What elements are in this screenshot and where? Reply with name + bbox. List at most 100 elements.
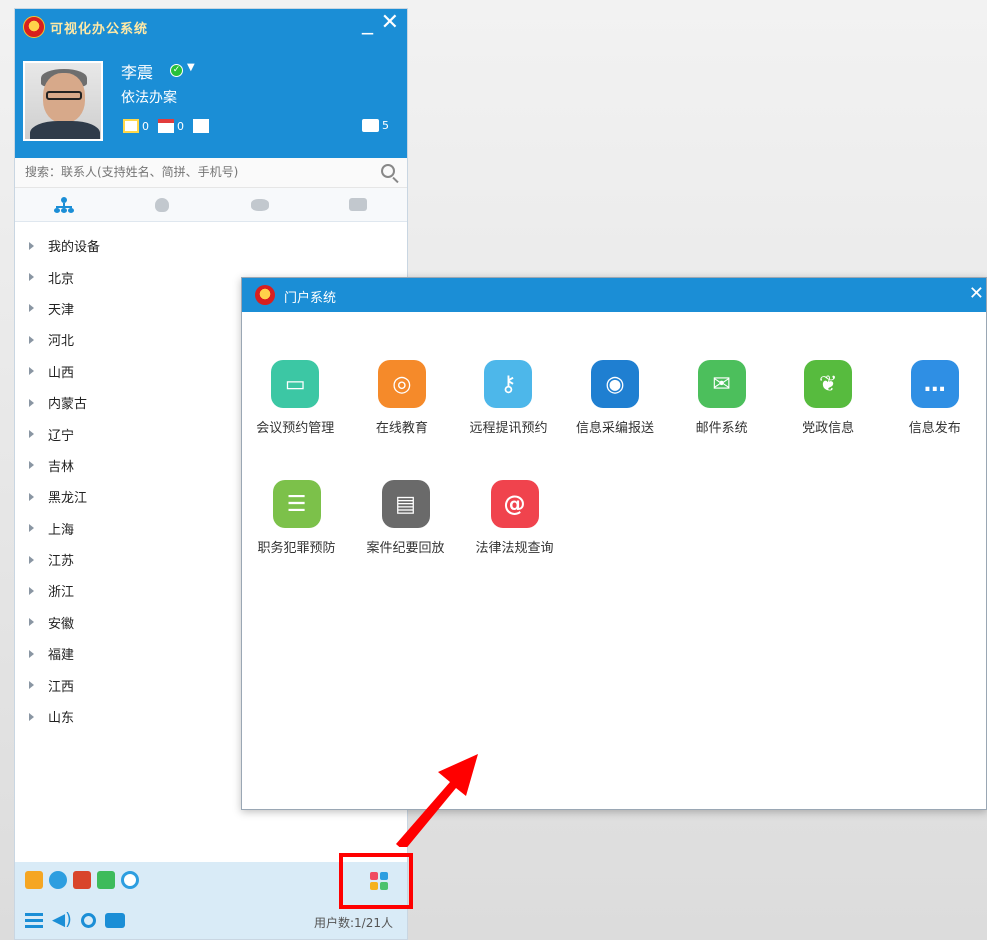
search-icon[interactable] bbox=[80, 912, 96, 928]
key-icon[interactable]: ⚷ bbox=[484, 360, 533, 408]
app-row: ▭ 会议预约管理 ◎ 在线教育 ⚷ 远程提讯预约 ◉ 信息采编报送 ✉ 邮件系统 ❦ 党政信息 … 信息发… bbox=[242, 360, 987, 480]
app-grid: ▭ 会议预约管理 ◎ 在线教育 ⚷ 远程提讯预约 ◉ 信息采编报送 ✉ 邮件系统 ❦ 党政信息 … 信息发… bbox=[242, 360, 987, 600]
search-input[interactable] bbox=[15, 158, 355, 186]
search-icon[interactable] bbox=[381, 164, 395, 178]
app-label[interactable]: 会议预约管理 bbox=[256, 417, 334, 436]
toolbar-bottom: ◀) bbox=[25, 910, 125, 930]
tab-groups[interactable] bbox=[249, 196, 271, 214]
app-tile[interactable]: @ 法律法规查询 bbox=[460, 480, 569, 600]
expand-caret-icon[interactable] bbox=[29, 273, 34, 282]
expand-caret-icon[interactable] bbox=[29, 461, 34, 470]
globe-icon[interactable] bbox=[49, 871, 67, 889]
expand-caret-icon[interactable] bbox=[29, 398, 34, 407]
mailbox-icon[interactable]: ✉ bbox=[697, 360, 746, 408]
contact-icon bbox=[155, 197, 169, 212]
online-status-icon[interactable]: ✓ bbox=[170, 64, 183, 77]
app-tile[interactable]: … 信息发布 bbox=[881, 360, 987, 480]
app-label[interactable]: 法律法规查询 bbox=[475, 537, 553, 556]
tree-item-label: 安徽 bbox=[48, 616, 75, 632]
app-shortcuts bbox=[25, 871, 139, 889]
chat-bubble-icon[interactable] bbox=[104, 912, 125, 928]
meeting-booking-icon[interactable]: ▭ bbox=[271, 360, 320, 408]
expand-caret-icon[interactable] bbox=[29, 367, 34, 376]
tree-item-label: 江西 bbox=[48, 679, 75, 695]
volume-icon[interactable]: ◀) bbox=[52, 910, 72, 930]
favorites-icon[interactable] bbox=[25, 871, 43, 889]
portal-window: 门户系统 ✕ ▭ 会议预约管理 ◎ 在线教育 ⚷ 远程提讯预约 ◉ 信息采编报送 ✉ 邮件系统 ❦ 党… bbox=[241, 277, 987, 810]
mail-icon[interactable] bbox=[193, 119, 209, 133]
chat-icon bbox=[349, 198, 367, 211]
app-label[interactable]: 职务犯罪预防 bbox=[257, 537, 335, 556]
app-tile[interactable]: ◎ 在线教育 bbox=[349, 360, 456, 480]
app-label[interactable]: 案件纪要回放 bbox=[366, 537, 444, 556]
highlight-box bbox=[339, 853, 413, 909]
expand-caret-icon[interactable] bbox=[29, 524, 34, 533]
app-tile[interactable]: ⚷ 远程提讯预约 bbox=[455, 360, 562, 480]
close-button[interactable]: ✕ bbox=[381, 11, 399, 35]
tree-item-label: 我的设备 bbox=[48, 240, 101, 256]
expand-caret-icon[interactable] bbox=[29, 241, 34, 250]
app-tile[interactable]: ▭ 会议预约管理 bbox=[242, 360, 349, 480]
app-tile[interactable]: ✉ 邮件系统 bbox=[668, 360, 775, 480]
app-label[interactable]: 信息采编报送 bbox=[576, 417, 654, 436]
hard-disk-icon[interactable]: ▤ bbox=[381, 480, 430, 528]
note-count: 0 bbox=[142, 119, 149, 133]
portal-title: 门户系统 bbox=[284, 291, 337, 306]
app-row: ☰ 职务犯罪预防 ▤ 案件纪要回放 @ 法律法规查询 bbox=[242, 480, 987, 600]
expand-caret-icon[interactable] bbox=[29, 555, 34, 564]
app-tile[interactable]: ☰ 职务犯罪预防 bbox=[242, 480, 351, 600]
status-dropdown-icon[interactable]: ▼ bbox=[187, 62, 195, 73]
tree-item[interactable]: 我的设备 bbox=[15, 230, 407, 261]
org-tree-icon bbox=[54, 196, 74, 213]
tab-chats[interactable] bbox=[347, 196, 369, 214]
tree-item-label: 山东 bbox=[48, 711, 75, 727]
expand-caret-icon[interactable] bbox=[29, 681, 34, 690]
expand-caret-icon[interactable] bbox=[29, 335, 34, 344]
speech-bubble-icon[interactable]: … bbox=[910, 360, 959, 408]
tab-contacts[interactable] bbox=[151, 196, 173, 214]
leaf-icon[interactable]: ❦ bbox=[804, 360, 853, 408]
message-counter[interactable]: 5 bbox=[362, 119, 395, 132]
at-sign-icon[interactable]: @ bbox=[490, 480, 539, 528]
minimize-button[interactable]: _ bbox=[362, 11, 373, 35]
expand-caret-icon[interactable] bbox=[29, 712, 34, 721]
headset-icon[interactable]: ◎ bbox=[377, 360, 426, 408]
swirl-globe-icon[interactable]: ◉ bbox=[591, 360, 640, 408]
app-label[interactable]: 信息发布 bbox=[909, 417, 961, 436]
avatar[interactable] bbox=[23, 61, 103, 141]
app-tile[interactable]: ▤ 案件纪要回放 bbox=[351, 480, 460, 600]
contact-search bbox=[15, 158, 407, 188]
panel-header: 可视化办公系统 _ ✕ 李震 ✓ ▼ 依法办案 0 0 5 bbox=[15, 9, 407, 158]
emblem-logo-icon bbox=[23, 16, 45, 38]
tab-organization[interactable] bbox=[53, 196, 75, 214]
phone-icon[interactable] bbox=[97, 871, 115, 889]
menu-icon[interactable] bbox=[25, 912, 43, 928]
tree-item-label: 内蒙古 bbox=[48, 397, 88, 413]
app-label[interactable]: 党政信息 bbox=[802, 417, 854, 436]
expand-caret-icon[interactable] bbox=[29, 304, 34, 313]
portal-titlebar: 门户系统 ✕ bbox=[242, 278, 986, 312]
expand-caret-icon[interactable] bbox=[29, 492, 34, 501]
webcam-icon[interactable] bbox=[121, 871, 139, 889]
app-label[interactable]: 邮件系统 bbox=[696, 417, 748, 436]
app-label[interactable]: 在线教育 bbox=[376, 417, 428, 436]
server-icon[interactable]: ☰ bbox=[272, 480, 321, 528]
book-icon[interactable] bbox=[73, 871, 91, 889]
portal-close-button[interactable]: ✕ bbox=[969, 283, 984, 304]
expand-caret-icon[interactable] bbox=[29, 430, 34, 439]
expand-caret-icon[interactable] bbox=[29, 586, 34, 595]
expand-caret-icon[interactable] bbox=[29, 618, 34, 627]
app-tile[interactable]: ❦ 党政信息 bbox=[775, 360, 882, 480]
app-tile[interactable]: ◉ 信息采编报送 bbox=[562, 360, 669, 480]
calendar-icon[interactable] bbox=[158, 119, 174, 133]
user-signature[interactable]: 依法办案 bbox=[121, 87, 177, 107]
tree-item-label: 吉林 bbox=[48, 459, 75, 475]
expand-caret-icon[interactable] bbox=[29, 649, 34, 658]
tree-item-label: 浙江 bbox=[48, 585, 75, 601]
edit-note-icon[interactable] bbox=[123, 119, 139, 133]
calendar-count: 0 bbox=[177, 119, 184, 133]
tree-item-label: 河北 bbox=[48, 334, 75, 350]
message-count: 5 bbox=[382, 119, 389, 132]
app-label[interactable]: 远程提讯预约 bbox=[469, 417, 547, 436]
group-icon bbox=[251, 198, 269, 211]
